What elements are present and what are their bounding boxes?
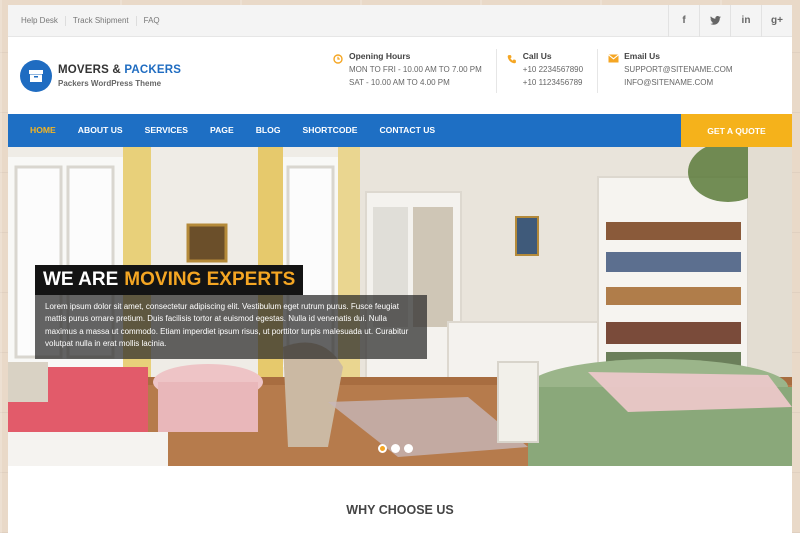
logo[interactable]: MOVERS & PACKERS Packers WordPress Theme (20, 59, 182, 92)
main-nav: HOME ABOUT US SERVICES PAGE BLOG SHORTCO… (8, 114, 792, 147)
nav-shortcode[interactable]: SHORTCODE (292, 114, 369, 147)
call-us-title: Call Us (522, 51, 552, 61)
nav-about-us[interactable]: ABOUT US (67, 114, 134, 147)
slider-dot-2[interactable] (391, 444, 400, 453)
help-desk-link[interactable]: Help Desk (21, 16, 65, 26)
hero-description: Lorem ipsum dolor sit amet, consectetur … (35, 295, 427, 359)
nav-home[interactable]: HOME (8, 114, 67, 147)
email-us: Email Us SUPPORT@SITENAME.COM INFO@SITEN… (608, 49, 746, 93)
slider-pagination (378, 444, 417, 453)
email-us-title: Email Us (624, 51, 660, 61)
google-plus-icon[interactable]: g+ (761, 5, 792, 37)
email-support[interactable]: SUPPORT@SITENAME.COM (624, 65, 732, 74)
social-links: f in g+ (668, 5, 792, 37)
phone-icon (507, 54, 523, 93)
opening-hours-title: Opening Hours (349, 51, 411, 61)
clock-icon (333, 54, 349, 93)
phone-number-1[interactable]: +10 2234567890 (523, 65, 583, 74)
get-a-quote-button[interactable]: GET A QUOTE (681, 114, 792, 147)
logo-subtitle: Packers WordPress Theme (58, 78, 162, 88)
opening-hours: Opening Hours MON TO FRI - 10.00 AM TO 7… (333, 49, 497, 93)
call-us: Call Us +10 2234567890 +10 1123456789 (507, 49, 599, 93)
nav-page[interactable]: PAGE (199, 114, 245, 147)
email-info[interactable]: INFO@SITENAME.COM (624, 78, 732, 87)
header: MOVERS & PACKERS Packers WordPress Theme… (8, 37, 792, 114)
hero-slider[interactable]: WE ARE MOVING EXPERTS Lorem ipsum dolor s… (8, 147, 792, 466)
logo-title: MOVERS & PACKERS (58, 63, 182, 76)
why-choose-us-section: WHY CHOOSE US (8, 466, 792, 533)
faq-link[interactable]: FAQ (135, 15, 167, 26)
nav-services[interactable]: SERVICES (134, 114, 199, 147)
track-shipment-link[interactable]: Track Shipment (64, 15, 136, 26)
nav-blog[interactable]: BLOG (245, 114, 292, 147)
hero-title: WE ARE MOVING EXPERTS (35, 265, 304, 295)
contact-info: Opening Hours MON TO FRI - 10.00 AM TO 7… (333, 49, 757, 93)
twitter-icon[interactable] (699, 5, 730, 37)
envelope-icon (608, 54, 624, 93)
facebook-icon[interactable]: f (668, 5, 699, 37)
linkedin-icon[interactable]: in (730, 5, 761, 37)
top-bar: Help Desk Track Shipment FAQ f in g+ (8, 5, 792, 37)
slider-dot-3[interactable] (404, 444, 413, 453)
slider-dot-1[interactable] (378, 444, 387, 453)
top-links: Help Desk Track Shipment FAQ (8, 15, 167, 26)
section-title: WHY CHOOSE US (346, 502, 454, 517)
page: Help Desk Track Shipment FAQ f in g+ MOV (8, 5, 792, 533)
box-icon (20, 59, 52, 92)
opening-hours-saturday: SAT - 10.00 AM TO 4.00 PM (349, 78, 450, 87)
phone-number-2[interactable]: +10 1123456789 (523, 78, 583, 87)
opening-hours-weekdays: MON TO FRI - 10.00 AM TO 7.00 PM (349, 65, 482, 74)
nav-contact-us[interactable]: CONTACT US (368, 114, 446, 147)
